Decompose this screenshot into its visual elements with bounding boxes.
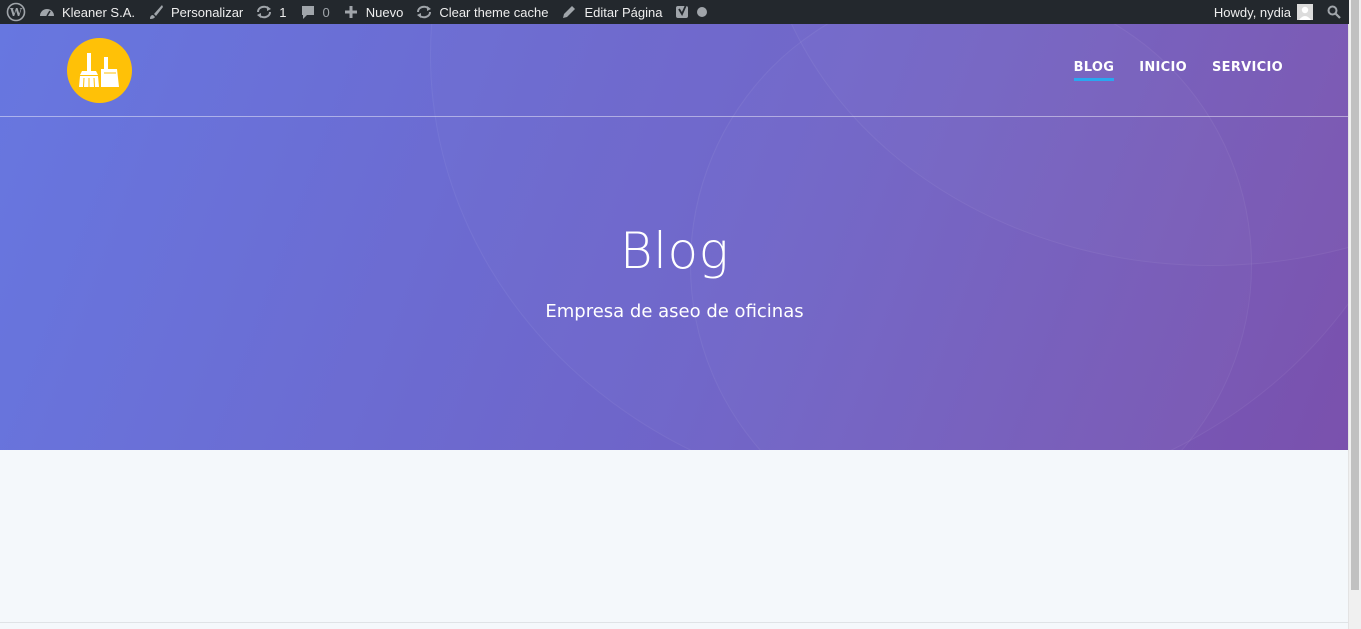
yoast-icon: [675, 4, 691, 20]
avatar-icon: [1297, 4, 1313, 20]
status-dot-icon: [696, 7, 707, 17]
yoast-seo-link[interactable]: [669, 0, 713, 24]
page-title: Blog: [619, 222, 730, 280]
new-content-label: Nuevo: [365, 4, 404, 20]
hero-section: BLOG INICIO SERVICIO Blog Empresa de ase…: [0, 24, 1349, 450]
nav-item-blog[interactable]: BLOG: [1073, 60, 1115, 81]
new-content-link[interactable]: Nuevo: [336, 0, 410, 24]
page-scrollbar[interactable]: [1348, 0, 1361, 629]
brush-icon: [147, 3, 165, 21]
site-logo[interactable]: [67, 38, 132, 103]
nav-item-inicio[interactable]: INICIO: [1139, 60, 1187, 81]
dashboard-icon: [38, 3, 56, 21]
main-nav: BLOG INICIO SERVICIO: [1073, 60, 1283, 81]
updates-count: 1: [279, 4, 287, 20]
customize-link[interactable]: Personalizar: [141, 0, 249, 24]
page-subtitle: Empresa de aseo de oficinas: [545, 301, 804, 322]
broom-icon: [77, 51, 123, 91]
main-content: [0, 450, 1349, 622]
comments-count: 0: [322, 4, 330, 20]
search-icon: [1327, 5, 1341, 19]
site-name-link[interactable]: Kleaner S.A.: [32, 0, 141, 24]
search-button[interactable]: [1319, 0, 1349, 24]
updates-link[interactable]: 1: [249, 0, 292, 24]
content-divider: [0, 622, 1349, 623]
plus-icon: [342, 3, 360, 21]
admin-bar: W Kleaner S.A. Personalizar 1 0 Nuevo Cl…: [0, 0, 1349, 24]
account-menu[interactable]: Howdy, nydia: [1208, 0, 1319, 24]
wordpress-icon: W: [6, 2, 26, 22]
edit-page-link[interactable]: Editar Página: [554, 0, 668, 24]
site-name-label: Kleaner S.A.: [62, 4, 135, 20]
scrollbar-thumb[interactable]: [1351, 0, 1359, 590]
wordpress-logo-button[interactable]: W: [0, 0, 32, 24]
howdy-label: Howdy, nydia: [1213, 4, 1291, 20]
comment-icon: [299, 3, 317, 21]
svg-text:W: W: [9, 6, 23, 19]
edit-page-label: Editar Página: [584, 4, 663, 20]
clear-cache-link[interactable]: Clear theme cache: [409, 0, 554, 24]
site-header: BLOG INICIO SERVICIO: [0, 24, 1349, 117]
customize-label: Personalizar: [171, 4, 244, 20]
refresh-icon: [415, 3, 433, 21]
updates-icon: [255, 3, 273, 21]
nav-item-servicio[interactable]: SERVICIO: [1212, 60, 1283, 81]
clear-cache-label: Clear theme cache: [439, 4, 549, 20]
pencil-icon: [560, 3, 578, 21]
comments-link[interactable]: 0: [293, 0, 336, 24]
